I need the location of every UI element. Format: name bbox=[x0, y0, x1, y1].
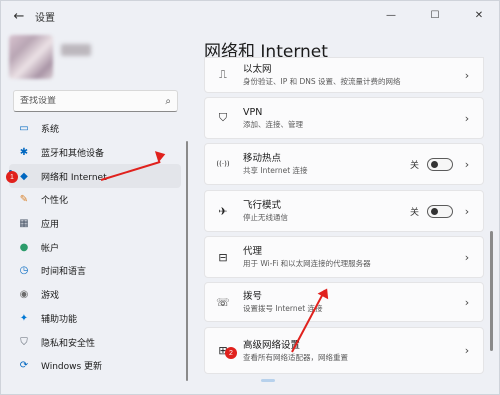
profile-name-blurred bbox=[61, 44, 91, 56]
card-description: 共享 Internet 连接 bbox=[243, 166, 308, 175]
window-controls: — ☐ ✕ bbox=[369, 1, 500, 29]
dialup-icon: ☏ bbox=[216, 295, 230, 309]
sidebar-item-label: 应用 bbox=[41, 220, 60, 231]
sidebar-item-label: 时间和语言 bbox=[41, 267, 87, 278]
apps-icon: ▦ bbox=[19, 218, 29, 230]
settings-card[interactable]: ⊞ 高级网络设置 查看所有网络适配器，网络重置 › bbox=[204, 327, 484, 374]
settings-card[interactable]: ✈ 飞行模式 停止无线通信关 › bbox=[204, 190, 484, 232]
annotation-badge-2: 2 bbox=[225, 347, 237, 359]
sidebar-item-label: 帐户 bbox=[41, 243, 60, 254]
sidebar-nav: ▭ 系统 ✱ 蓝牙和其他设备 ◆ 网络和 Internet ✎ 个性化 ▦ 应用 ● 帐户 ◷ 时间和语言… bbox=[9, 117, 181, 378]
chevron-right-icon: › bbox=[464, 204, 470, 218]
close-button[interactable]: ✕ bbox=[457, 1, 500, 29]
sidebar-item[interactable]: ⛉ 隐私和安全性 bbox=[9, 330, 181, 354]
search-box[interactable]: ⌕ bbox=[13, 90, 178, 112]
update-icon: ⟳ bbox=[19, 360, 29, 372]
card-description: 用于 Wi-Fi 和以太网连接的代理服务器 bbox=[243, 259, 371, 268]
toggle-group: 关 bbox=[409, 204, 453, 218]
card-text: 以太网身份验证、IP 和 DNS 设置、按流量计费的网络 bbox=[243, 63, 457, 87]
chevron-right-icon: › bbox=[464, 111, 470, 125]
vpn-shield-icon: ⛉ bbox=[218, 111, 228, 124]
watermark-mark bbox=[261, 379, 275, 382]
card-text: 移动热点共享 Internet 连接 bbox=[243, 152, 410, 176]
toggle-state-label: 关 bbox=[409, 160, 419, 171]
chevron-right-icon: › bbox=[464, 157, 470, 171]
app-title: 设置 bbox=[35, 12, 55, 24]
sidebar-item[interactable]: ✦ 辅助功能 bbox=[9, 307, 181, 331]
sidebar-item[interactable]: ▦ 应用 bbox=[9, 212, 181, 236]
maximize-button[interactable]: ☐ bbox=[413, 1, 457, 29]
card-description: 身份验证、IP 和 DNS 设置、按流量计费的网络 bbox=[243, 77, 401, 86]
sidebar-item[interactable]: ▭ 系统 bbox=[9, 117, 181, 141]
sidebar-item-label: 游戏 bbox=[41, 291, 60, 302]
card-description: 查看所有网络适配器，网络重置 bbox=[243, 352, 348, 362]
account-icon: ● bbox=[19, 241, 29, 253]
card-title: 以太网 bbox=[243, 64, 272, 75]
chevron-right-icon: › bbox=[464, 295, 470, 309]
settings-window: ← 设置 — ☐ ✕ ⌕ ▭ 系统 ✱ 蓝牙和其他设备 ◆ 网络和 Internet ✎ 个性… bbox=[0, 0, 500, 395]
sidebar-item[interactable]: ⟳ Windows 更新 bbox=[9, 354, 181, 378]
user-profile[interactable] bbox=[9, 35, 159, 79]
settings-card[interactable]: ☏ 拨号设置拨号 Internet 连接 › bbox=[204, 282, 484, 322]
sidebar-item[interactable]: ◉ 游戏 bbox=[9, 283, 181, 307]
monitor-icon: ▭ bbox=[19, 123, 29, 135]
airplane-icon: ✈ bbox=[218, 204, 228, 218]
card-text: 代理用于 Wi-Fi 和以太网连接的代理服务器 bbox=[243, 245, 457, 269]
minimize-button[interactable]: — bbox=[369, 1, 413, 29]
sidebar-item[interactable]: ◷ 时间和语言 bbox=[9, 259, 181, 283]
toggle-state-label: 关 bbox=[409, 207, 419, 218]
chevron-right-icon: › bbox=[464, 344, 470, 357]
sidebar-item[interactable]: ● 帐户 bbox=[9, 235, 181, 259]
sidebar-item-label: 隐私和安全性 bbox=[41, 338, 96, 349]
card-text: 飞行模式停止无线通信 bbox=[243, 199, 410, 223]
card-title: VPN bbox=[243, 107, 263, 118]
card-title: 移动热点 bbox=[243, 153, 282, 164]
card-description: 设置拨号 Internet 连接 bbox=[243, 304, 323, 313]
sidebar-item-label: 辅助功能 bbox=[41, 314, 78, 325]
card-title: 飞行模式 bbox=[243, 200, 282, 211]
settings-card[interactable]: ⊟ 代理用于 Wi-Fi 和以太网连接的代理服务器 › bbox=[204, 236, 484, 278]
accessibility-icon: ✦ bbox=[19, 312, 29, 324]
chevron-right-icon: › bbox=[464, 68, 470, 82]
card-title: 高级网络设置 bbox=[243, 339, 301, 351]
toggle-switch[interactable] bbox=[427, 204, 453, 218]
card-title: 代理 bbox=[243, 246, 263, 257]
globe-clock-icon: ◷ bbox=[19, 265, 29, 277]
shield-icon: ⛉ bbox=[20, 336, 28, 348]
card-text: 拨号设置拨号 Internet 连接 bbox=[243, 290, 457, 314]
toggle-group: 关 bbox=[409, 157, 453, 171]
sidebar-item[interactable]: ◆ 网络和 Internet bbox=[9, 164, 181, 189]
annotation-badge-1: 1 bbox=[6, 171, 18, 183]
gamepad-icon: ◉ bbox=[19, 289, 29, 301]
settings-card[interactable]: ((·)) 移动热点 共享 Internet 连接关 › bbox=[204, 143, 484, 185]
card-description: 停止无线通信 bbox=[243, 213, 288, 222]
main-scrollbar[interactable] bbox=[490, 231, 493, 351]
sidebar-item-label: Windows 更新 bbox=[41, 362, 103, 373]
search-icon[interactable]: ⌕ bbox=[165, 96, 171, 107]
back-arrow-icon[interactable]: ← bbox=[5, 2, 33, 30]
search-input[interactable] bbox=[20, 96, 166, 106]
bluetooth-icon: ✱ bbox=[19, 147, 29, 159]
title-bar: ← 设置 — ☐ ✕ bbox=[1, 1, 500, 31]
sidebar-scrollbar[interactable] bbox=[186, 141, 188, 381]
sidebar-item-label: 网络和 Internet bbox=[41, 172, 107, 183]
ethernet-icon: ⎍ bbox=[219, 68, 227, 81]
sidebar-item-label: 蓝牙和其他设备 bbox=[41, 149, 105, 160]
wifi-icon: ◆ bbox=[20, 170, 28, 182]
settings-card[interactable]: ⎍ 以太网身份验证、IP 和 DNS 设置、按流量计费的网络 › bbox=[204, 57, 484, 93]
chevron-right-icon: › bbox=[464, 250, 470, 264]
toggle-switch[interactable] bbox=[427, 157, 453, 171]
card-text: 高级网络设置 查看所有网络适配器，网络重置 bbox=[243, 339, 457, 363]
proxy-icon: ⊟ bbox=[218, 250, 228, 264]
card-text: VPN 添加、连接、管理 bbox=[243, 106, 457, 130]
hotspot-icon: ((·)) bbox=[216, 160, 230, 168]
avatar bbox=[9, 35, 53, 79]
card-title: 拨号 bbox=[243, 291, 263, 302]
sidebar-item-label: 个性化 bbox=[41, 196, 69, 207]
settings-card[interactable]: ⛉ VPN 添加、连接、管理 › bbox=[204, 97, 484, 139]
brush-icon: ✎ bbox=[19, 194, 29, 206]
card-description: 添加、连接、管理 bbox=[243, 120, 303, 129]
sidebar-item[interactable]: ✎ 个性化 bbox=[9, 188, 181, 212]
sidebar-item-label: 系统 bbox=[41, 125, 60, 136]
